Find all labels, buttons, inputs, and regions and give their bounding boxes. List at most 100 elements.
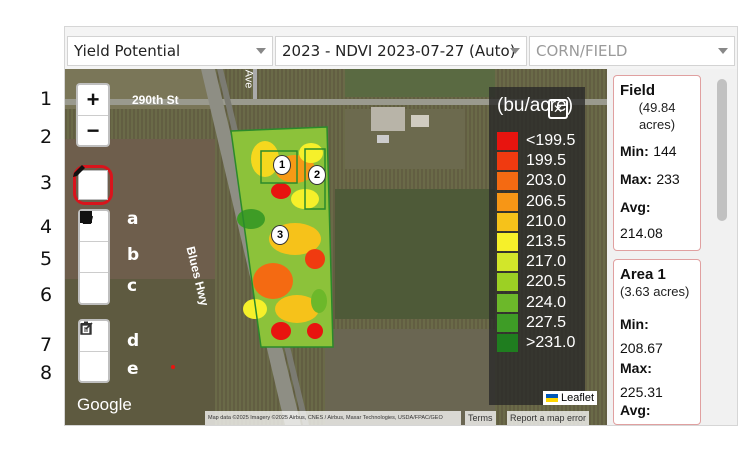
legend-swatch	[497, 152, 518, 171]
area1-stats-card[interactable]: Area 1 (3.63 acres) Min: 208.67 Max: 225…	[613, 259, 701, 425]
field-min-label: Min:	[620, 143, 649, 159]
area1-min-label: Min:	[620, 316, 649, 332]
field-max-value: 233	[656, 171, 680, 187]
imagery-select[interactable]: 2023 - NDVI 2023-07-27 (Auto)	[275, 36, 527, 66]
google-logo: Google	[77, 395, 132, 414]
area-marker-3[interactable]: 3	[271, 225, 289, 245]
legend-item: 227.5	[497, 313, 566, 333]
leaflet-attribution[interactable]: Leaflet	[543, 391, 598, 405]
legend-item: <199.5	[497, 131, 575, 151]
annotation-letter-a: a	[127, 209, 139, 229]
terms-link[interactable]: Terms	[465, 411, 496, 425]
legend-item: 203.0	[497, 171, 566, 191]
legend-item: 224.0	[497, 293, 566, 313]
draw-circle-button[interactable]	[80, 211, 108, 303]
circle-icon	[80, 211, 92, 223]
annotation-letter-e: e	[127, 359, 139, 379]
legend-label: 213.5	[526, 233, 567, 250]
legend-swatch	[497, 172, 518, 191]
delete-layers-button[interactable]	[80, 321, 108, 382]
field-stats-card[interactable]: Field (49.84 acres) Min: 144 Max: 233 Av…	[613, 75, 701, 251]
zoom-control: + −	[76, 83, 110, 147]
area1-acres: (3.63 acres)	[620, 284, 690, 299]
legend-swatch	[497, 253, 518, 272]
app-frame: Yield Potential 2023 - NDVI 2023-07-27 (…	[64, 26, 738, 426]
legend-swatch	[497, 313, 518, 332]
field-avg-label: Avg:	[620, 199, 651, 215]
field-acres: (49.84 acres)	[638, 100, 676, 132]
legend-label: 203.0	[526, 172, 567, 190]
close-icon[interactable]: ✕	[548, 99, 568, 119]
legend-label: >231.0	[526, 334, 576, 351]
legend-item: 213.5	[497, 232, 566, 252]
area-marker-2[interactable]: 2	[308, 165, 326, 185]
annotation-number-4: 4	[40, 216, 53, 238]
draw-shapes-toolbar	[78, 209, 110, 305]
layer-select[interactable]: Yield Potential	[67, 36, 273, 66]
annotation-letter-c: c	[127, 276, 138, 296]
draw-highlight	[71, 163, 115, 207]
area1-avg-label: Avg:	[620, 402, 651, 418]
annotation-letter-b: b	[127, 245, 140, 265]
legend-label: 206.5	[526, 192, 567, 210]
ukraine-flag-icon	[546, 394, 558, 402]
report-map-error-link[interactable]: Report a map error	[507, 411, 590, 425]
legend-swatch	[497, 132, 518, 150]
trash-icon	[81, 321, 91, 335]
field-avg-value: 214.08	[620, 225, 663, 241]
legend-item: 199.5	[497, 151, 566, 171]
draw-rectangle-button[interactable]	[80, 211, 108, 272]
legend-swatch	[497, 334, 518, 352]
edit-draw-button[interactable]	[73, 165, 108, 200]
map-attribution: Map data ©2025 Imagery ©2025 Airbus, CNE…	[205, 411, 461, 425]
field-max-label: Max:	[620, 171, 652, 187]
legend-label: 220.5	[526, 273, 567, 291]
legend-label: 224.0	[526, 293, 567, 311]
pencil-icon	[73, 165, 85, 177]
legend-item: 210.0	[497, 212, 566, 232]
legend-item: 217.0	[497, 252, 566, 272]
area1-min-value: 208.67	[620, 340, 663, 356]
map-view[interactable]: + − 290th St Ave Blues Hwy 1 2 3 a b c d…	[65, 69, 607, 425]
legend-swatch	[497, 192, 518, 211]
layer-select-value: Yield Potential	[74, 42, 181, 60]
legend-label: 199.5	[526, 152, 567, 170]
leaflet-link[interactable]: Leaflet	[561, 392, 594, 404]
chevron-down-icon	[510, 48, 520, 54]
area-marker-1[interactable]: 1	[273, 155, 291, 175]
legend-swatch	[497, 233, 518, 251]
legend-item: 206.5	[497, 192, 566, 212]
legend-swatch	[497, 212, 518, 231]
area1-max-label: Max:	[620, 360, 652, 376]
field-min-value: 144	[653, 143, 677, 159]
area1-title: Area 1	[620, 266, 666, 283]
legend-item: >231.0	[497, 333, 575, 353]
crop-select-value: CORN/FIELD	[536, 42, 628, 60]
chevron-down-icon	[256, 48, 266, 54]
legend-swatch	[497, 273, 518, 292]
annotation-number-2: 2	[40, 126, 53, 148]
legend-label: 217.0	[526, 253, 567, 271]
legend-swatch	[497, 293, 518, 312]
road-label: 290th St	[132, 93, 179, 107]
scrollbar-thumb[interactable]	[717, 79, 727, 221]
legend-label: 210.0	[526, 212, 567, 230]
zoom-out-button[interactable]: −	[78, 115, 108, 146]
crop-select[interactable]: CORN/FIELD	[529, 36, 735, 66]
side-panel-scrollbar[interactable]	[713, 73, 731, 421]
annotation-number-8: 8	[40, 362, 53, 384]
yield-legend: (bu/acre) ✕ <199.5 199.5 203.0 206.5 210.0 21…	[489, 87, 585, 405]
ave-label: Ave	[242, 69, 255, 89]
annotation-number-1: 1	[40, 88, 53, 110]
chevron-down-icon	[718, 48, 728, 54]
legend-label: 227.5	[526, 313, 567, 331]
annotation-number-5: 5	[40, 248, 53, 270]
legend-label: <199.5	[526, 132, 576, 149]
legend-item: 220.5	[497, 272, 566, 292]
field-title: Field	[620, 82, 656, 99]
area1-max-value: 225.31	[620, 384, 663, 400]
imagery-select-value: 2023 - NDVI 2023-07-27 (Auto)	[282, 42, 516, 60]
zoom-in-button[interactable]: +	[78, 85, 108, 115]
toolbar: Yield Potential 2023 - NDVI 2023-07-27 (…	[65, 27, 737, 69]
annotation-number-3: 3	[40, 172, 53, 194]
